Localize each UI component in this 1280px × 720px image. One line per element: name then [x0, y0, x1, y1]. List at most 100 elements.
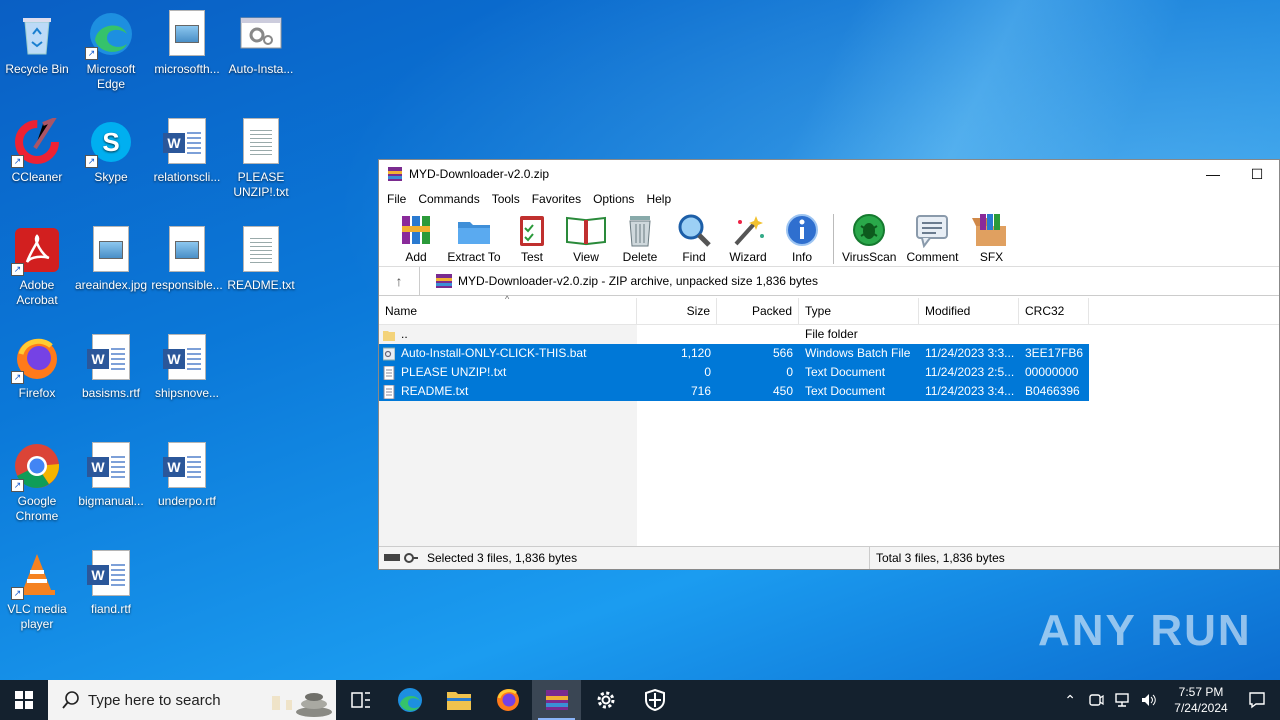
- extract-folder-icon: [456, 212, 492, 248]
- column-headers: ^ Name Size Packed Type Modified CRC32: [379, 294, 1279, 325]
- search-icon: [62, 691, 79, 709]
- desktop-icon-shipsnove[interactable]: W shipsnove...: [150, 328, 224, 401]
- winrar-icon: [388, 167, 402, 181]
- add-button[interactable]: Add: [393, 210, 439, 264]
- chevron-up-icon[interactable]: ⌃: [1064, 692, 1076, 709]
- meet-now-icon[interactable]: [1088, 692, 1104, 708]
- image-file-icon: [87, 226, 135, 274]
- wizard-button[interactable]: Wizard: [725, 210, 771, 264]
- view-label: View: [573, 250, 599, 264]
- desktop-icon-underpo[interactable]: W underpo.rtf: [150, 436, 224, 509]
- desktop-icon-readme[interactable]: README.txt: [224, 220, 298, 293]
- edge-icon: ↗: [85, 10, 135, 60]
- virusscan-label: VirusScan: [842, 250, 897, 264]
- desktop-icon-fiand[interactable]: W fiand.rtf: [74, 544, 148, 617]
- network-icon[interactable]: [1114, 692, 1130, 708]
- sfx-button[interactable]: SFX: [968, 210, 1014, 264]
- desktop-icon-ccleaner[interactable]: ↗ CCleaner: [0, 112, 74, 185]
- taskbar-file-explorer[interactable]: [434, 680, 483, 720]
- taskbar-firefox[interactable]: [483, 680, 532, 720]
- find-button[interactable]: Find: [671, 210, 717, 264]
- desktop-icon-label: CCleaner: [11, 170, 63, 184]
- edge-icon: [397, 688, 422, 712]
- info-icon: [784, 212, 820, 248]
- volume-icon[interactable]: [1140, 692, 1156, 708]
- taskbar-settings[interactable]: [581, 680, 630, 720]
- watermark-text: ANY RUN: [1038, 606, 1252, 655]
- desktop-icon-recycle-bin[interactable]: Recycle Bin: [0, 4, 74, 77]
- winrar-icon: [545, 690, 568, 710]
- column-size[interactable]: Size: [637, 298, 717, 324]
- notifications-icon[interactable]: [1248, 691, 1266, 709]
- task-view-button[interactable]: [336, 680, 385, 720]
- trash-icon: [622, 212, 658, 248]
- file-row-please-unzip[interactable]: PLEASE UNZIP!.txt 0 0 Text Document 11/2…: [379, 363, 1279, 382]
- desktop-icon-microsofth[interactable]: microsofth...: [150, 4, 224, 77]
- clock[interactable]: 7:57 PM 7/24/2024: [1164, 684, 1238, 716]
- delete-button[interactable]: Delete: [617, 210, 663, 264]
- file-row-readme[interactable]: README.txt 716 450 Text Document 11/24/2…: [379, 382, 1279, 401]
- file-packed: 450: [717, 382, 799, 401]
- file-type: Text Document: [799, 363, 919, 382]
- up-arrow-icon[interactable]: ↑: [379, 267, 420, 295]
- shield-icon: [644, 689, 665, 711]
- firefox-icon: ↗: [11, 334, 61, 384]
- view-button[interactable]: View: [563, 210, 609, 264]
- text-file-icon: [237, 118, 285, 166]
- desktop-icon-chrome[interactable]: ↗ Google Chrome: [0, 436, 74, 524]
- file-type: Windows Batch File: [799, 344, 919, 363]
- file-type: Text Document: [799, 382, 919, 401]
- test-label: Test: [520, 250, 543, 264]
- menu-favorites[interactable]: Favorites: [526, 192, 587, 206]
- taskbar-edge[interactable]: [385, 680, 434, 720]
- text-file-icon: [383, 384, 395, 399]
- desktop-icon-auto-install[interactable]: Auto-Insta...: [224, 4, 298, 77]
- column-modified[interactable]: Modified: [919, 298, 1019, 324]
- desktop-icon-bigmanual[interactable]: W bigmanual...: [74, 436, 148, 509]
- word-doc-icon: W: [87, 550, 135, 598]
- sfx-box-icon: [970, 212, 1012, 248]
- taskbar-search[interactable]: Type here to search: [48, 680, 336, 720]
- search-placeholder: Type here to search: [88, 691, 221, 709]
- desktop-icon-basisms[interactable]: W basisms.rtf: [74, 328, 148, 401]
- column-crc32[interactable]: CRC32: [1019, 298, 1089, 324]
- firefox-icon: [496, 689, 519, 711]
- menu-help[interactable]: Help: [640, 192, 677, 206]
- desktop-icon-acrobat[interactable]: ↗ Adobe Acrobat: [0, 220, 74, 308]
- image-file-icon: [163, 226, 211, 274]
- menu-tools[interactable]: Tools: [486, 192, 526, 206]
- file-row-parent[interactable]: .. File folder: [379, 325, 1279, 344]
- task-view-icon: [350, 692, 370, 708]
- desktop-icon-relationscli[interactable]: W relationscli...: [150, 112, 224, 185]
- maximize-button[interactable]: ☐: [1235, 160, 1279, 188]
- start-button[interactable]: [0, 680, 48, 720]
- column-type[interactable]: Type: [799, 298, 919, 324]
- desktop-icon-skype[interactable]: S ↗ Skype: [74, 112, 148, 185]
- taskbar-security[interactable]: [630, 680, 679, 720]
- desktop-icon-label: microsofth...: [154, 62, 220, 76]
- file-row-auto-install[interactable]: Auto-Install-ONLY-CLICK-THIS.bat 1,120 5…: [379, 344, 1279, 363]
- comment-button[interactable]: Comment: [904, 210, 960, 264]
- virusscan-button[interactable]: VirusScan: [842, 210, 896, 264]
- word-doc-icon: W: [163, 334, 211, 382]
- title-bar[interactable]: MYD-Downloader-v2.0.zip — ☐: [379, 160, 1279, 188]
- windows-logo-icon: [15, 691, 33, 709]
- test-button[interactable]: Test: [509, 210, 555, 264]
- desktop-icon-responsible[interactable]: responsible...: [150, 220, 224, 293]
- desktop-icon-firefox[interactable]: ↗ Firefox: [0, 328, 74, 401]
- column-packed[interactable]: Packed: [717, 298, 799, 324]
- search-highlight-stones-icon: [272, 693, 332, 717]
- menu-file[interactable]: File: [381, 192, 412, 206]
- minimize-button[interactable]: —: [1191, 160, 1235, 188]
- word-doc-icon: W: [163, 118, 211, 166]
- info-button[interactable]: Info: [779, 210, 825, 264]
- desktop-icon-areaindex[interactable]: areaindex.jpg: [74, 220, 148, 293]
- desktop-icon-edge[interactable]: ↗ Microsoft Edge: [74, 4, 148, 92]
- extract-to-button[interactable]: Extract To: [447, 210, 501, 264]
- desktop-icon-please-unzip[interactable]: PLEASE UNZIP!.txt: [224, 112, 298, 200]
- menu-commands[interactable]: Commands: [412, 192, 485, 206]
- file-modified: [919, 325, 1019, 344]
- desktop-icon-vlc[interactable]: ↗ VLC media player: [0, 544, 74, 632]
- taskbar-winrar[interactable]: [532, 680, 581, 720]
- menu-options[interactable]: Options: [587, 192, 640, 206]
